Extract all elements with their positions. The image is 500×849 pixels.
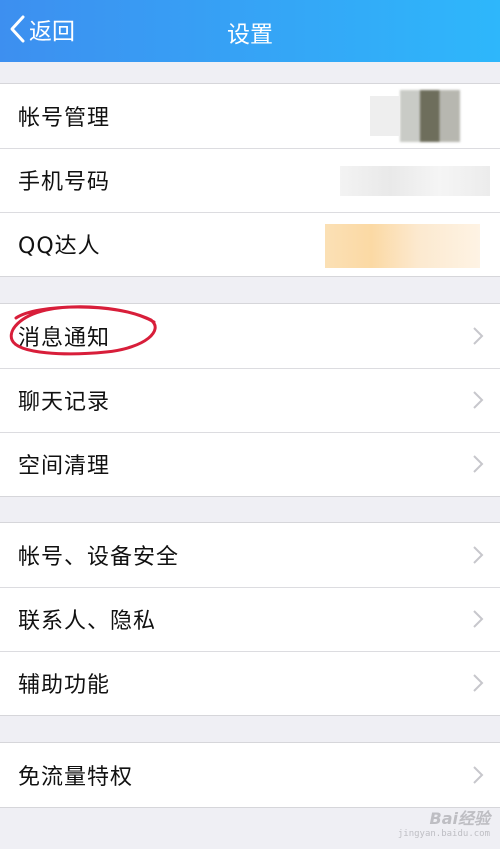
chevron-right-icon <box>473 610 484 628</box>
settings-item-account-device-security[interactable]: 帐号、设备安全 <box>0 523 500 587</box>
settings-item-chat-history[interactable]: 聊天记录 <box>0 368 500 432</box>
settings-item-contacts-privacy[interactable]: 联系人、隐私 <box>0 587 500 651</box>
navigation-bar: 返回 设置 <box>0 0 500 62</box>
settings-item-label: 联系人、隐私 <box>18 609 157 634</box>
chevron-right-icon <box>473 327 484 345</box>
settings-item-label: 帐号管理 <box>18 106 111 131</box>
page-title: 设置 <box>227 22 273 48</box>
data-privilege-group: 免流量特权 <box>0 742 500 808</box>
settings-item-label: 空间清理 <box>18 454 111 479</box>
chevron-right-icon <box>473 455 484 473</box>
chevron-right-icon <box>473 766 484 784</box>
settings-item-phone-number[interactable]: 手机号码 <box>0 148 500 212</box>
settings-item-label: 免流量特权 <box>18 765 134 790</box>
settings-item-label: 手机号码 <box>18 170 111 195</box>
settings-item-label: 聊天记录 <box>18 390 111 415</box>
account-group: 帐号管理 手机号码 QQ达人 <box>0 83 500 277</box>
chevron-right-icon <box>473 391 484 409</box>
settings-item-label: QQ达人 <box>18 234 101 259</box>
settings-item-storage-cleanup[interactable]: 空间清理 <box>0 432 500 496</box>
watermark-main: Bai经验 <box>429 809 490 828</box>
settings-item-label: 辅助功能 <box>18 673 111 698</box>
settings-item-accessibility[interactable]: 辅助功能 <box>0 651 500 715</box>
watermark-sub: jingyan.baidu.com <box>397 829 490 839</box>
qq-master-badge <box>325 224 480 268</box>
settings-item-qq-master[interactable]: QQ达人 <box>0 212 500 276</box>
chevron-right-icon <box>473 674 484 692</box>
phone-number-value <box>340 166 490 196</box>
annotation-circle <box>9 305 157 356</box>
baidu-jingyan-watermark: Bai经验 jingyan.baidu.com <box>370 805 490 839</box>
privacy-group: 帐号、设备安全 联系人、隐私 辅助功能 <box>0 522 500 716</box>
chevron-right-icon <box>473 546 484 564</box>
settings-item-label: 帐号、设备安全 <box>18 545 180 570</box>
avatar <box>400 90 460 142</box>
settings-item-account-management[interactable]: 帐号管理 <box>0 84 500 148</box>
settings-item-free-data-privilege[interactable]: 免流量特权 <box>0 743 500 807</box>
